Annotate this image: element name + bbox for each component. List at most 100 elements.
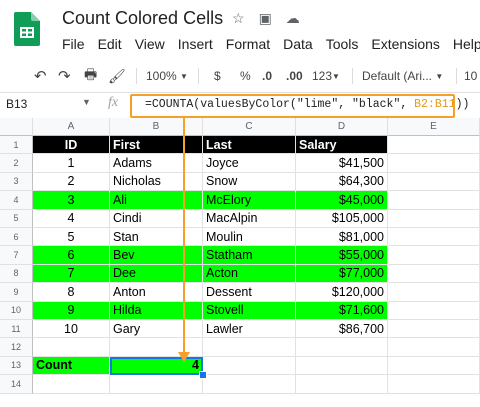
cell-empty[interactable] xyxy=(203,375,296,394)
row-header-10[interactable]: 10 xyxy=(0,301,33,320)
cell-empty[interactable] xyxy=(296,375,388,394)
cell-id[interactable]: 2 xyxy=(33,172,110,192)
cell-salary[interactable]: $55,000 xyxy=(296,246,388,265)
cell-first[interactable]: Bev xyxy=(110,246,203,265)
cell-empty[interactable] xyxy=(388,172,480,192)
cell-empty[interactable] xyxy=(33,375,110,394)
cell-empty[interactable] xyxy=(388,209,480,228)
paint-format-icon[interactable]: 🖌 xyxy=(108,62,126,90)
cell-first[interactable]: Ali xyxy=(110,191,203,210)
menu-insert[interactable]: Insert xyxy=(178,36,213,52)
cell-empty[interactable] xyxy=(388,338,480,357)
cell-empty[interactable] xyxy=(388,320,480,339)
menu-format[interactable]: Format xyxy=(226,36,270,52)
row-header-4[interactable]: 4 xyxy=(0,191,33,210)
row-header-12[interactable]: 12 xyxy=(0,338,33,357)
header-last[interactable]: Last xyxy=(203,136,296,155)
cell-last[interactable]: Snow xyxy=(203,172,296,192)
row-header-1[interactable]: 1 xyxy=(0,136,33,155)
cell-last[interactable]: MacAlpin xyxy=(203,209,296,228)
cell-salary[interactable]: $77,000 xyxy=(296,264,388,284)
cell-salary[interactable]: $64,300 xyxy=(296,172,388,192)
cell-id[interactable]: 5 xyxy=(33,228,110,247)
menu-view[interactable]: View xyxy=(135,36,165,52)
cell-empty[interactable] xyxy=(203,338,296,357)
cell-last[interactable]: McElory xyxy=(203,191,296,210)
cell-first[interactable]: Hilda xyxy=(110,301,203,320)
increase-decimal-button[interactable]: .00 xyxy=(286,62,303,90)
cell-last[interactable]: Acton xyxy=(203,264,296,284)
header-salary[interactable]: Salary xyxy=(296,136,388,155)
row-header-14[interactable]: 14 xyxy=(0,375,33,394)
cell-salary[interactable]: $81,000 xyxy=(296,228,388,247)
row-header-2[interactable]: 2 xyxy=(0,154,33,173)
cell-salary[interactable]: $45,000 xyxy=(296,191,388,210)
font-size-select[interactable]: 10 xyxy=(464,62,477,90)
row-header-8[interactable]: 8 xyxy=(0,264,33,284)
column-header-e[interactable]: E xyxy=(388,118,480,136)
sheets-logo-icon[interactable] xyxy=(14,12,40,46)
cell-first[interactable]: Gary xyxy=(110,320,203,339)
cell-empty[interactable] xyxy=(388,228,480,247)
header-first[interactable]: First xyxy=(110,136,203,155)
cell-id[interactable]: 1 xyxy=(33,154,110,173)
cloud-status-icon[interactable]: ☁ xyxy=(286,10,300,27)
cell-id[interactable]: 7 xyxy=(33,264,110,284)
name-box[interactable]: B13 xyxy=(6,97,27,111)
zoom-select[interactable]: 100% ▼ xyxy=(146,62,188,90)
cell-last[interactable]: Joyce xyxy=(203,154,296,173)
cell-empty[interactable] xyxy=(296,356,388,376)
decrease-decimal-button[interactable]: .0 xyxy=(262,62,272,90)
row-header-11[interactable]: 11 xyxy=(0,320,33,339)
cell-last[interactable]: Stovell xyxy=(203,301,296,320)
document-title[interactable]: Count Colored Cells xyxy=(62,8,223,29)
percent-button[interactable]: % xyxy=(240,62,251,90)
column-header-c[interactable]: C xyxy=(203,118,296,136)
move-folder-icon[interactable]: ▣ xyxy=(259,10,272,27)
menu-tools[interactable]: Tools xyxy=(326,36,359,52)
cell-id[interactable]: 4 xyxy=(33,209,110,228)
font-select[interactable]: Default (Ari... ▼ xyxy=(362,62,443,90)
row-header-5[interactable]: 5 xyxy=(0,209,33,228)
cell-empty[interactable] xyxy=(388,375,480,394)
cell-first[interactable]: Anton xyxy=(110,283,203,302)
cell-id[interactable]: 6 xyxy=(33,246,110,265)
cell-last[interactable]: Lawler xyxy=(203,320,296,339)
menu-extensions[interactable]: Extensions xyxy=(371,36,439,52)
currency-button[interactable]: $ xyxy=(214,62,221,90)
row-header-7[interactable]: 7 xyxy=(0,246,33,265)
redo-icon[interactable]: ↷ xyxy=(58,62,71,90)
cell-salary[interactable]: $86,700 xyxy=(296,320,388,339)
cell-empty[interactable] xyxy=(33,338,110,357)
more-formats-button[interactable]: 123 ▼ xyxy=(312,62,340,90)
cell-id[interactable]: 10 xyxy=(33,320,110,339)
cell-salary[interactable]: $120,000 xyxy=(296,283,388,302)
cell-last[interactable]: Dessent xyxy=(203,283,296,302)
cell-id[interactable]: 3 xyxy=(33,191,110,210)
star-icon[interactable]: ☆ xyxy=(232,10,245,27)
cell-empty[interactable] xyxy=(388,356,480,376)
cell-empty[interactable] xyxy=(110,375,203,394)
column-header-b[interactable]: B xyxy=(110,118,203,136)
undo-icon[interactable]: ↶ xyxy=(34,62,47,90)
select-all-corner[interactable] xyxy=(0,118,33,136)
cell-first[interactable]: Stan xyxy=(110,228,203,247)
menu-file[interactable]: File xyxy=(62,36,85,52)
count-label[interactable]: Count xyxy=(33,356,110,376)
cell-empty[interactable] xyxy=(388,246,480,265)
column-header-d[interactable]: D xyxy=(296,118,388,136)
cell-first[interactable]: Dee xyxy=(110,264,203,284)
name-box-dropdown-icon[interactable]: ▼ xyxy=(82,97,91,107)
cell-empty[interactable] xyxy=(388,264,480,284)
menu-data[interactable]: Data xyxy=(283,36,313,52)
cell-first[interactable]: Adams xyxy=(110,154,203,173)
cell-first[interactable]: Nicholas xyxy=(110,172,203,192)
cell-empty[interactable] xyxy=(203,356,296,376)
cell-salary[interactable]: $71,600 xyxy=(296,301,388,320)
cell-empty[interactable] xyxy=(388,154,480,173)
cell-empty[interactable] xyxy=(388,301,480,320)
cell-salary[interactable]: $41,500 xyxy=(296,154,388,173)
cell-id[interactable]: 9 xyxy=(33,301,110,320)
cell-e1[interactable] xyxy=(388,136,480,155)
cell-salary[interactable]: $105,000 xyxy=(296,209,388,228)
